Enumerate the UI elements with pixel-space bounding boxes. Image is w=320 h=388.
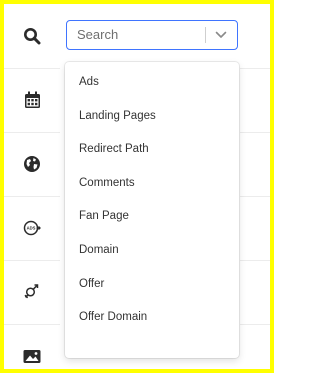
option-offer[interactable]: Offer [65,267,239,301]
dropdown-toggle[interactable] [213,28,229,42]
search-input[interactable] [77,21,195,48]
divider [240,196,270,197]
sidebar: ADS [4,4,60,369]
chevron-down-icon [215,31,227,38]
divider [240,132,270,133]
option-ads[interactable]: Ads [65,65,239,99]
search-select[interactable] [66,20,238,50]
divider [240,260,270,261]
option-offer-domain[interactable]: Offer Domain [65,300,239,334]
option-comments[interactable]: Comments [65,166,239,200]
image-icon [23,349,41,363]
ad-icon: ADS [23,220,41,236]
sidebar-item-calendar[interactable] [4,68,60,133]
select-separator [205,27,206,43]
calendar-icon [24,91,40,108]
main-area: Ads Landing Pages Redirect Path Comments… [60,4,270,369]
option-fan-page[interactable]: Fan Page [65,199,239,233]
option-domain[interactable]: Domain [65,233,239,267]
sidebar-item-gender[interactable] [4,260,60,325]
sidebar-item-globe[interactable] [4,132,60,197]
divider [240,68,270,69]
globe-icon [24,156,40,172]
option-redirect-path[interactable]: Redirect Path [65,132,239,166]
gender-icon [24,284,39,299]
dropdown-menu: Ads Landing Pages Redirect Path Comments… [65,62,239,358]
sidebar-item-image[interactable] [4,324,60,388]
sidebar-item-ads[interactable]: ADS [4,196,60,261]
search-icon [24,28,41,45]
option-landing-pages[interactable]: Landing Pages [65,99,239,133]
svg-text:ADS: ADS [27,226,36,231]
divider [240,324,270,325]
sidebar-item-search[interactable] [4,4,60,69]
